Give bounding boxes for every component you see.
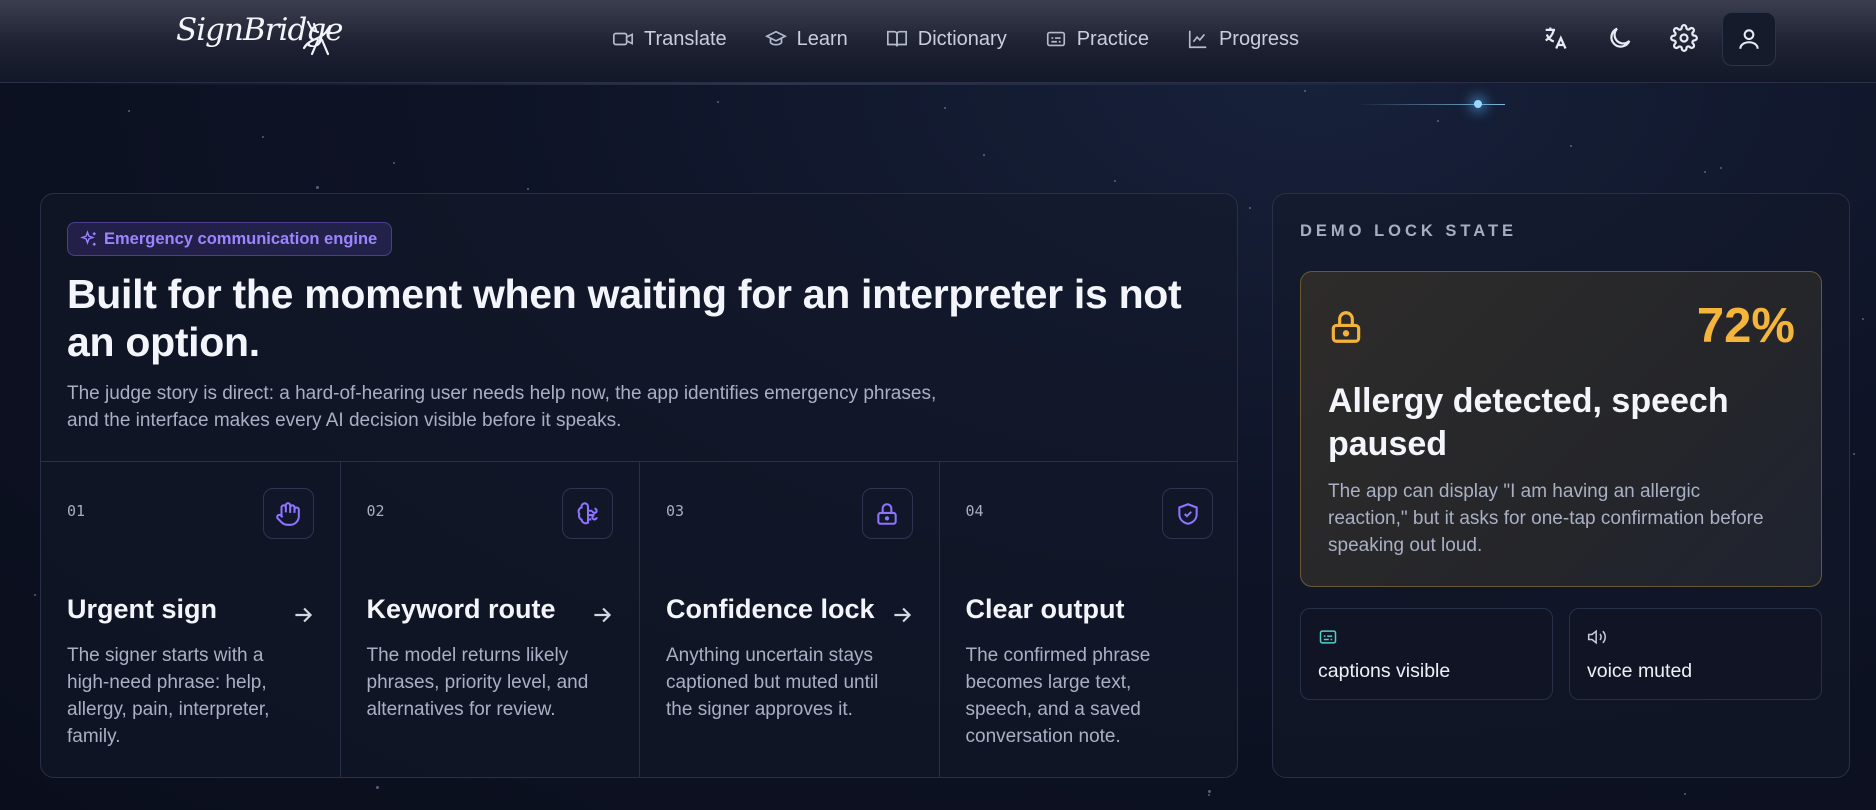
- signbridge-logo[interactable]: SignBridge: [176, 12, 344, 58]
- sparkles-icon: [80, 230, 96, 246]
- captions-icon: [1046, 31, 1065, 47]
- graduation-cap-icon: [764, 30, 787, 46]
- alert-description: The app can display "I am having an alle…: [1328, 481, 1764, 556]
- badge-label: Emergency communication engine: [104, 229, 378, 248]
- nav-label: Learn: [796, 27, 848, 50]
- comet: [1474, 100, 1482, 108]
- step-urgent-sign[interactable]: 01 Urgent sign The signer starts with a …: [41, 462, 341, 777]
- step-title: Clear output: [965, 594, 1125, 624]
- allergy-alert-panel: 72% Allergy detected, speech paused The …: [1300, 271, 1822, 587]
- main-nav: Translate Learn Dictionary Practice Prog…: [612, 24, 1337, 54]
- nav-translate[interactable]: Translate: [612, 24, 727, 54]
- demo-section-label: DEMO LOCK STATE: [1300, 222, 1518, 240]
- demo-lock-card: DEMO LOCK STATE 72% Allergy detected, sp…: [1272, 193, 1850, 778]
- nav-label: Progress: [1218, 27, 1299, 50]
- nav-label: Translate: [644, 27, 727, 50]
- nav-practice[interactable]: Practice: [1045, 24, 1149, 54]
- step-icon-box: [262, 488, 314, 539]
- step-number: 04: [965, 502, 984, 520]
- step-title: Keyword route: [366, 594, 556, 624]
- user-profile-button[interactable]: [1722, 12, 1776, 66]
- step-description: The signer starts with a high-need phras…: [67, 645, 270, 747]
- captions-icon: [1319, 630, 1337, 644]
- emergency-badge: Emergency communication engine: [67, 222, 393, 256]
- top-navbar: SignBridge Translate Learn Dictionary Pr…: [0, 0, 1876, 83]
- step-keyword-route[interactable]: 02 Keyword route The model returns likel…: [341, 462, 640, 777]
- gear-icon: [1670, 24, 1698, 52]
- step-icon-box: [1162, 488, 1213, 539]
- process-steps: 01 Urgent sign The signer starts with a …: [41, 461, 1238, 777]
- emergency-engine-card: Emergency communication engine Built for…: [40, 193, 1238, 778]
- voice-status: voice muted: [1569, 608, 1822, 700]
- hand-icon: [276, 501, 300, 526]
- moon-icon: [1610, 27, 1631, 48]
- language-button[interactable]: [1539, 22, 1571, 54]
- step-icon-box: [861, 488, 913, 539]
- header-divider: [52, 83, 1497, 85]
- arrow-right-icon: [589, 602, 615, 628]
- confidence-percent: 72%: [1696, 299, 1795, 353]
- brain-icon: [577, 501, 598, 524]
- nav-label: Practice: [1076, 27, 1149, 50]
- step-number: 03: [666, 502, 685, 520]
- page-subtext: The judge story is direct: a hard-of-hea…: [67, 383, 937, 431]
- arrow-right-icon: [290, 602, 316, 628]
- step-icon-box: [562, 488, 613, 539]
- theme-toggle[interactable]: [1604, 22, 1636, 54]
- step-description: The confirmed phrase becomes large text,…: [965, 645, 1151, 747]
- lock-icon: [1327, 308, 1365, 346]
- nav-progress[interactable]: Progress: [1187, 24, 1299, 54]
- book-icon: [886, 30, 907, 47]
- step-description: Anything uncertain stays captioned but m…: [666, 645, 879, 720]
- nav-dictionary[interactable]: Dictionary: [886, 24, 1007, 54]
- captions-status: captions visible: [1300, 608, 1553, 700]
- step-number: 01: [67, 502, 86, 520]
- page-headline: Built for the moment when waiting for an…: [67, 271, 1182, 365]
- speaker-icon: [1587, 629, 1606, 645]
- language-icon: [1545, 27, 1567, 49]
- step-title: Confidence lock: [666, 594, 875, 624]
- nav-learn[interactable]: Learn: [764, 24, 848, 54]
- chart-line-icon: [1188, 30, 1207, 49]
- status-label: voice muted: [1587, 660, 1693, 682]
- arrow-right-icon: [889, 602, 915, 628]
- step-number: 02: [366, 502, 385, 520]
- settings-button[interactable]: [1668, 22, 1700, 54]
- nav-label: Dictionary: [917, 27, 1007, 50]
- lock-icon: [877, 502, 897, 525]
- step-title: Urgent sign: [67, 594, 218, 624]
- shield-check-icon: [1177, 502, 1198, 525]
- step-clear-output[interactable]: 04 Clear output The confirmed phrase bec…: [940, 462, 1238, 777]
- deer-icon: [302, 20, 333, 56]
- step-description: The model returns likely phrases, priori…: [366, 645, 589, 720]
- video-icon: [613, 32, 633, 46]
- status-label: captions visible: [1318, 660, 1451, 682]
- comet-trail: [1355, 104, 1505, 105]
- user-icon: [1739, 29, 1759, 49]
- step-confidence-lock[interactable]: 03 Confidence lock Anything uncertain st…: [640, 462, 940, 777]
- alert-title: Allergy detected, speech paused: [1328, 382, 1729, 463]
